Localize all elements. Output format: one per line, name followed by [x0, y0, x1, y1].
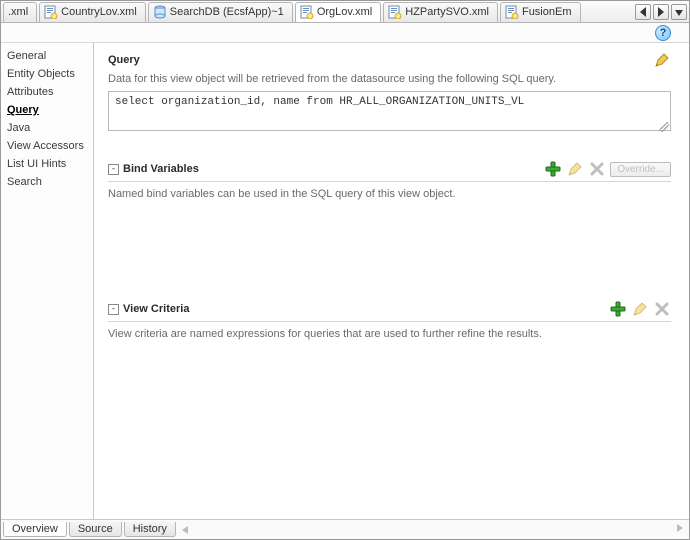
tab-label: SearchDB (EcsfApp)~1 [170, 6, 284, 18]
bind-variables-description: Named bind variables can be used in the … [108, 188, 671, 200]
sidebar-item-list-ui-hints[interactable]: List UI Hints [1, 155, 93, 173]
query-description: Data for this view object will be retrie… [108, 73, 671, 85]
bottom-tabstrip: Overview Source History [1, 520, 689, 539]
edit-view-criteria-icon [631, 300, 649, 318]
sql-textarea[interactable] [108, 91, 671, 131]
editor-tabstrip: .xml CountryLov.xml SearchDB (EcsfApp)~1… [1, 1, 689, 23]
db-icon [153, 5, 167, 19]
query-section-header: Query [108, 51, 671, 69]
override-button: Override... [610, 162, 671, 177]
xml-file-icon [505, 5, 519, 19]
edit-query-icon[interactable] [653, 51, 671, 69]
main-area: General Entity Objects Attributes Query … [1, 43, 689, 520]
xml-file-icon [44, 5, 58, 19]
xml-file-icon [388, 5, 402, 19]
view-criteria-description: View criteria are named expressions for … [108, 328, 671, 340]
view-criteria-section: - View Criteria View criteria are named … [108, 300, 671, 340]
bind-variables-section: - Bind Variables Override... Named bind … [108, 160, 671, 200]
add-view-criteria-icon[interactable] [609, 300, 627, 318]
tab-label: HZPartySVO.xml [405, 6, 489, 18]
tab-xml-fragment[interactable]: .xml [3, 2, 37, 22]
sidebar-item-attributes[interactable]: Attributes [1, 83, 93, 101]
tab-scroll-left-button[interactable] [635, 4, 651, 20]
bottom-tab-source[interactable]: Source [69, 522, 122, 537]
content-pane: Query Data for this view object will be … [94, 43, 689, 519]
bottom-tab-scroll-right-icon [675, 522, 685, 537]
query-section-title: Query [108, 54, 140, 66]
tab-countrylov[interactable]: CountryLov.xml [39, 2, 146, 22]
sidebar-item-view-accessors[interactable]: View Accessors [1, 137, 93, 155]
tab-label: CountryLov.xml [61, 6, 137, 18]
bottom-tab-overview[interactable]: Overview [3, 522, 67, 537]
tab-searchdb[interactable]: SearchDB (EcsfApp)~1 [148, 2, 293, 22]
sidebar-item-general[interactable]: General [1, 47, 93, 65]
tab-label: OrgLov.xml [317, 6, 372, 18]
tab-hzpartysvo[interactable]: HZPartySVO.xml [383, 2, 498, 22]
sidebar-item-search[interactable]: Search [1, 173, 93, 191]
sidebar-item-query[interactable]: Query [1, 101, 93, 119]
tab-orglov[interactable]: OrgLov.xml [295, 2, 381, 22]
bottom-tab-scroll-left-icon [180, 524, 190, 536]
sidebar-nav: General Entity Objects Attributes Query … [1, 43, 94, 519]
tab-label: FusionEm [522, 6, 572, 18]
tab-label: .xml [8, 6, 28, 18]
delete-bind-variable-icon [588, 160, 606, 178]
sidebar-item-entity-objects[interactable]: Entity Objects [1, 65, 93, 83]
tab-list-dropdown-button[interactable] [671, 4, 687, 20]
delete-view-criteria-icon [653, 300, 671, 318]
tab-scroll-right-button[interactable] [653, 4, 669, 20]
sidebar-item-java[interactable]: Java [1, 119, 93, 137]
bottom-tab-history[interactable]: History [124, 522, 176, 537]
help-icon[interactable]: ? [655, 25, 671, 41]
tab-fusionem[interactable]: FusionEm [500, 2, 581, 22]
bind-variables-title: Bind Variables [123, 163, 199, 175]
view-criteria-title: View Criteria [123, 303, 189, 315]
add-bind-variable-icon[interactable] [544, 160, 562, 178]
xml-file-icon [300, 5, 314, 19]
edit-bind-variable-icon [566, 160, 584, 178]
view-criteria-expander[interactable]: - [108, 304, 119, 315]
tab-nav-controls [633, 4, 689, 20]
toolbar-row: ? [1, 23, 689, 43]
bind-variables-expander[interactable]: - [108, 164, 119, 175]
